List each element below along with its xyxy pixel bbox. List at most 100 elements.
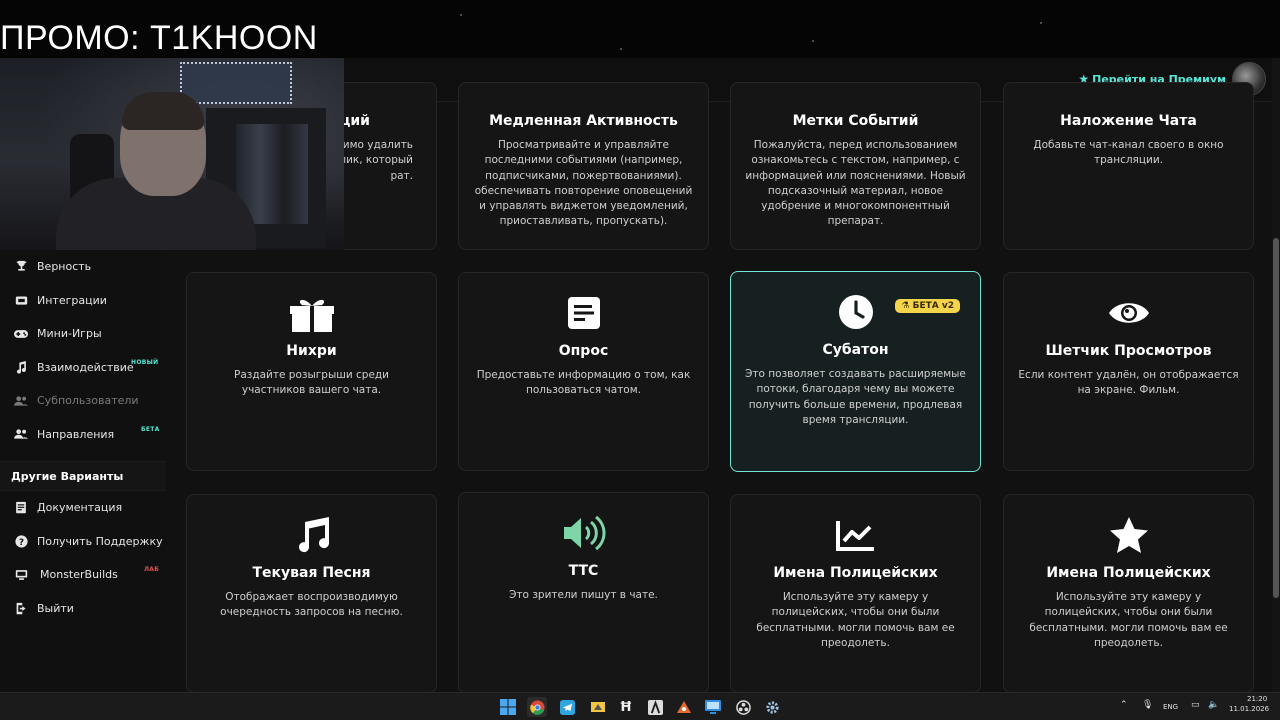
monitor-icon — [13, 567, 29, 583]
sidebar-item-docs[interactable]: Документация — [0, 491, 166, 525]
page-scrollbar[interactable] — [1272, 58, 1280, 692]
network-icon[interactable]: ▭ — [1191, 700, 1200, 710]
widget-title: TTC — [568, 563, 599, 579]
windows-start-icon[interactable] — [498, 697, 518, 717]
widget-title: Субатон — [822, 342, 889, 358]
beta-badge: БЕТА — [141, 425, 160, 433]
widget-description: Добавьте чат-канал своего в окно трансля… — [1033, 139, 1224, 167]
tray-chevron-up-icon[interactable]: ⌃ — [1120, 700, 1128, 710]
sidebar-item-integrations[interactable]: Интеграции — [0, 284, 166, 318]
gift-icon — [201, 293, 422, 333]
widget-description: Используйте эту камеру у полицейских, чт… — [1029, 591, 1228, 649]
widget-card-police-names-2[interactable]: Имена Полицейских Используйте эту камеру… — [1003, 494, 1254, 693]
eye-icon — [1018, 293, 1239, 333]
widget-description: Если контент удалён, он отображается на … — [1018, 369, 1239, 397]
app-icon-monitor[interactable] — [703, 697, 723, 717]
document-icon — [13, 500, 29, 516]
microphone-icon[interactable]: 🎙 — [1142, 700, 1153, 710]
widget-card-view-counter[interactable]: Шетчик Просмотров Если контент удалён, о… — [1003, 272, 1254, 471]
sidebar-item-logout[interactable]: Выйти — [0, 592, 166, 626]
widget-card-giveaway[interactable]: Нихри Раздайте розыгрыши среди участнико… — [186, 272, 437, 471]
widget-title: Медленная Активность — [489, 113, 678, 129]
widget-card-poll[interactable]: Опрос Предоставьте информацию о том, как… — [458, 272, 709, 471]
webcam-overlay — [0, 58, 344, 250]
widget-card[interactable]: Медленная Активность Просматривайте и уп… — [458, 82, 709, 250]
clock-date[interactable]: 11.01.2026 — [1229, 705, 1269, 713]
widget-card-tts[interactable]: TTC Это зрители пишут в чате. — [458, 492, 709, 694]
promo-code-text: ПРОМО: T1KHOON — [0, 19, 318, 57]
widget-description: Это позволяет создавать расширяемые пото… — [745, 368, 966, 426]
widget-card[interactable]: Наложение Чата Добавьте чат-канал своего… — [1003, 82, 1254, 250]
sidebar-item-label: Направления — [37, 427, 115, 441]
logout-icon — [13, 600, 29, 616]
obs-icon[interactable] — [733, 697, 753, 717]
speaker-icon — [473, 513, 694, 553]
sidebar-item-support[interactable]: ? Получить Поддержку — [0, 525, 166, 559]
os-taskbar: Ħ ⌃ 🎙 ENG ▭ 🔈 21:20 11.01.2026 — [0, 692, 1280, 720]
beta-badge: ⚗ БЕТА v2 — [895, 299, 960, 313]
app-icon-fox[interactable] — [674, 697, 694, 717]
telegram-icon[interactable] — [557, 697, 577, 717]
lab-badge: ЛАБ — [144, 566, 160, 573]
app-icon-h[interactable]: Ħ — [616, 697, 636, 717]
widget-title: Наложение Чата — [1060, 113, 1197, 129]
sidebar-item-label: Выйти — [37, 601, 74, 615]
section-title-other: Другие Варианты — [0, 461, 166, 491]
widget-title: Текувая Песня — [252, 565, 371, 581]
stream-overlay-band: ПРОМО: T1KHOON — [0, 0, 1280, 58]
directions-icon — [13, 426, 29, 442]
widget-card-current-song[interactable]: Текувая Песня Отображает воспроизводимую… — [186, 494, 437, 693]
sidebar-item-label: Взаимодействие — [37, 360, 134, 374]
widget-description: Пожалуйста, перед использованием ознаком… — [745, 139, 966, 228]
sidebar-item-label: Субпользователи — [37, 394, 139, 408]
scrollbar-thumb[interactable] — [1273, 238, 1279, 598]
sidebar-item-directions[interactable]: Направления БЕТА — [0, 418, 166, 452]
sidebar: Верность Интеграции Мини-Игры Взаимодейс… — [0, 250, 166, 692]
music-icon — [201, 515, 422, 555]
screen-root: { "overlay": { "promo": "ПРОМО: T1KHOON"… — [0, 0, 1280, 720]
widget-description: Предоставьте информацию о том, как польз… — [476, 369, 691, 397]
sidebar-item-interaction[interactable]: Взаимодействие НОВЫЙ — [0, 351, 166, 385]
app-icon-lambda[interactable] — [645, 697, 665, 717]
sidebar-item-label: MonsterBuilds — [40, 568, 118, 582]
poll-icon — [473, 293, 694, 333]
settings-gear-icon[interactable] — [762, 697, 782, 717]
widget-title: Имена Полицейских — [773, 565, 938, 581]
sidebar-item-monsterbuilds[interactable]: MonsterBuilds ЛАБ — [0, 558, 166, 592]
sidebar-item-label: Получить Поддержку — [37, 534, 163, 548]
sidebar-item-subusers[interactable]: Субпользователи — [0, 384, 166, 418]
widget-description: Используйте эту камеру у полицейских, чт… — [756, 591, 955, 649]
star-icon — [1018, 515, 1239, 555]
volume-icon[interactable]: 🔈 — [1208, 700, 1219, 710]
widget-title: Шетчик Просмотров — [1045, 343, 1212, 359]
gamepad-icon — [13, 326, 29, 342]
new-badge: НОВЫЙ — [131, 358, 159, 366]
widget-card[interactable]: Метки Событий Пожалуйста, перед использо… — [730, 82, 981, 250]
trophy-icon — [13, 259, 29, 275]
sidebar-item-loyalty[interactable]: Верность — [0, 250, 166, 284]
sidebar-item-label: Документация — [37, 501, 123, 515]
sidebar-item-label: Интеграции — [37, 293, 107, 307]
app-icon-sparkle[interactable] — [588, 697, 608, 717]
music-note-icon — [13, 359, 29, 375]
sidebar-item-label: Мини-Игры — [37, 327, 102, 341]
widget-title: Опрос — [558, 343, 609, 359]
chrome-icon[interactable] — [527, 697, 547, 717]
integrations-icon — [13, 292, 29, 308]
sidebar-item-minigames[interactable]: Мини-Игры — [0, 317, 166, 351]
language-indicator[interactable]: ENG — [1163, 703, 1178, 711]
widget-title: Имена Полицейских — [1046, 565, 1211, 581]
chart-icon — [745, 515, 966, 555]
widget-description: Это зрители пишут в чате. — [509, 589, 658, 601]
users-icon — [13, 393, 29, 409]
svg-text:?: ? — [18, 538, 23, 548]
clock-time[interactable]: 21:20 — [1247, 695, 1267, 703]
widget-description: Просматривайте и управляйте последними с… — [474, 139, 693, 228]
widget-card-police-names-1[interactable]: Имена Полицейских Используйте эту камеру… — [730, 494, 981, 693]
widget-title: Нихри — [286, 343, 337, 359]
widget-card-subathon[interactable]: ⚗ БЕТА v2 Субатон Это позволяет создават… — [730, 271, 981, 472]
sidebar-item-label: Верность — [37, 260, 92, 274]
help-icon: ? — [13, 533, 29, 549]
widget-title: Метки Событий — [792, 113, 919, 129]
widget-description: Отображает воспроизводимую очередность з… — [220, 591, 403, 619]
